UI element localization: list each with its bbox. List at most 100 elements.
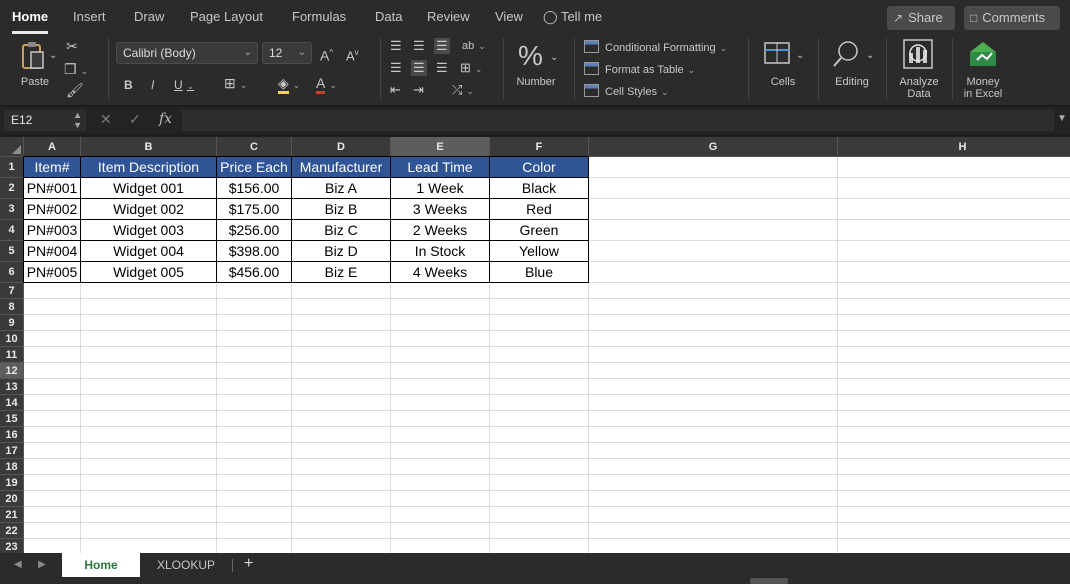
row-header-6[interactable]: 6 bbox=[0, 262, 24, 283]
row-header-11[interactable]: 11 bbox=[0, 347, 24, 363]
table-cell[interactable]: $398.00 bbox=[216, 240, 292, 262]
increase-indent-icon[interactable]: ⇥ bbox=[413, 82, 424, 98]
tab-page-layout[interactable]: Page Layout bbox=[190, 0, 263, 34]
select-all-button[interactable] bbox=[0, 137, 24, 157]
tab-home[interactable]: Home bbox=[12, 0, 49, 34]
orientation-icon[interactable]: ab ⌄ bbox=[462, 38, 486, 54]
decrease-font-icon[interactable]: Av bbox=[346, 45, 359, 64]
table-cell[interactable]: $256.00 bbox=[216, 219, 292, 241]
row-header-1[interactable]: 1 bbox=[0, 157, 24, 178]
table-cell[interactable]: 2 Weeks bbox=[390, 219, 490, 241]
row-header-5[interactable]: 5 bbox=[0, 241, 24, 262]
align-middle-icon[interactable]: ☰ bbox=[413, 38, 425, 54]
row-header-18[interactable]: 18 bbox=[0, 459, 24, 475]
sheet-tab-xlookup[interactable]: XLOOKUP bbox=[148, 553, 224, 577]
format-painter-icon[interactable]: 🖌 bbox=[66, 82, 84, 98]
editing-button[interactable]: ⌄ Editing bbox=[826, 38, 878, 94]
table-cell[interactable]: PN#004 bbox=[23, 240, 81, 262]
formula-input[interactable] bbox=[182, 110, 1054, 131]
table-cell[interactable]: Widget 003 bbox=[80, 219, 217, 241]
table-cell[interactable]: 3 Weeks bbox=[390, 198, 490, 220]
copy-icon[interactable]: ❐ ⌄ bbox=[64, 61, 88, 79]
row-header-10[interactable]: 10 bbox=[0, 331, 24, 347]
row-header-8[interactable]: 8 bbox=[0, 299, 24, 315]
money-in-excel-button[interactable]: Money in Excel bbox=[956, 38, 1010, 100]
column-header-d[interactable]: D bbox=[292, 137, 391, 157]
table-cell[interactable]: PN#002 bbox=[23, 198, 81, 220]
column-header-a[interactable]: A bbox=[24, 137, 81, 157]
align-top-icon[interactable]: ☰ bbox=[390, 38, 402, 54]
table-cell[interactable]: Widget 001 bbox=[80, 177, 217, 199]
format-as-table-button[interactable]: Format as Table ⌄ bbox=[584, 62, 695, 77]
column-header-g[interactable]: G bbox=[589, 137, 838, 157]
table-header-cell[interactable]: Color bbox=[489, 156, 589, 178]
table-header-cell[interactable]: Item# bbox=[23, 156, 81, 178]
column-header-h[interactable]: H bbox=[838, 137, 1070, 157]
table-header-cell[interactable]: Price Each bbox=[216, 156, 292, 178]
decrease-indent-icon[interactable]: ⇤ bbox=[390, 82, 401, 98]
name-box-stepper-icon[interactable]: ▲ ▼ bbox=[73, 110, 82, 130]
row-header-21[interactable]: 21 bbox=[0, 507, 24, 523]
table-cell[interactable]: Widget 005 bbox=[80, 261, 217, 283]
row-header-20[interactable]: 20 bbox=[0, 491, 24, 507]
table-header-cell[interactable]: Lead Time bbox=[390, 156, 490, 178]
row-header-16[interactable]: 16 bbox=[0, 427, 24, 443]
confirm-icon[interactable]: ✓ bbox=[129, 111, 141, 128]
row-header-3[interactable]: 3 bbox=[0, 199, 24, 220]
wrap-text-icon[interactable]: ⊞ ⌄ bbox=[460, 60, 482, 77]
fill-color-icon[interactable]: ◈ ⌄ bbox=[278, 75, 300, 94]
align-center-icon[interactable]: ☰ bbox=[411, 60, 427, 76]
comments-button[interactable]: □ Comments bbox=[964, 6, 1060, 30]
tab-draw[interactable]: Draw bbox=[134, 0, 164, 34]
increase-font-icon[interactable]: A^ bbox=[320, 45, 333, 64]
table-cell[interactable]: Yellow bbox=[489, 240, 589, 262]
table-cell[interactable]: Red bbox=[489, 198, 589, 220]
cut-icon[interactable]: ✂ bbox=[66, 38, 78, 54]
table-cell[interactable]: PN#001 bbox=[23, 177, 81, 199]
table-cell[interactable]: PN#005 bbox=[23, 261, 81, 283]
sheet-tab-home[interactable]: Home bbox=[62, 553, 140, 577]
table-cell[interactable]: $175.00 bbox=[216, 198, 292, 220]
function-icon[interactable]: fx bbox=[159, 111, 172, 127]
align-right-icon[interactable]: ☰ bbox=[436, 60, 448, 76]
tab-data[interactable]: Data bbox=[375, 0, 402, 34]
paste-button[interactable]: Paste bbox=[12, 38, 58, 90]
table-cell[interactable]: 4 Weeks bbox=[390, 261, 490, 283]
align-left-icon[interactable]: ☰ bbox=[390, 60, 402, 76]
borders-icon[interactable]: ⊞ ⌄ bbox=[224, 75, 247, 93]
italic-button[interactable]: I bbox=[151, 77, 154, 93]
column-header-c[interactable]: C bbox=[217, 137, 292, 157]
row-header-9[interactable]: 9 bbox=[0, 315, 24, 331]
row-header-12[interactable]: 12 bbox=[0, 363, 24, 379]
font-color-icon[interactable]: A ⌄ bbox=[316, 75, 337, 94]
horizontal-scrollbar[interactable] bbox=[750, 578, 788, 584]
tell-me[interactable]: ◯ Tell me bbox=[543, 0, 602, 34]
table-cell[interactable]: Blue bbox=[489, 261, 589, 283]
bold-button[interactable]: B bbox=[124, 77, 133, 93]
paste-dropdown-icon[interactable]: ⌄ bbox=[49, 48, 57, 64]
row-header-2[interactable]: 2 bbox=[0, 178, 24, 199]
row-header-7[interactable]: 7 bbox=[0, 283, 24, 299]
analyze-data-button[interactable]: Analyze Data bbox=[892, 38, 946, 100]
table-header-cell[interactable]: Manufacturer bbox=[291, 156, 391, 178]
row-header-15[interactable]: 15 bbox=[0, 411, 24, 427]
scroll-left-icon[interactable]: ◀ bbox=[14, 559, 22, 570]
name-box[interactable]: E12 ▲ ▼ bbox=[4, 110, 86, 131]
font-name-select[interactable]: Calibri (Body) ⌄ bbox=[116, 42, 258, 64]
tab-review[interactable]: Review bbox=[427, 0, 470, 34]
table-cell[interactable]: PN#003 bbox=[23, 219, 81, 241]
tab-formulas[interactable]: Formulas bbox=[292, 0, 346, 34]
table-cell[interactable]: In Stock bbox=[390, 240, 490, 262]
table-cell[interactable]: Biz E bbox=[291, 261, 391, 283]
table-header-cell[interactable]: Item Description bbox=[80, 156, 217, 178]
table-cell[interactable]: Biz C bbox=[291, 219, 391, 241]
table-cell[interactable]: 1 Week bbox=[390, 177, 490, 199]
cancel-icon[interactable]: ✕ bbox=[100, 111, 112, 128]
table-cell[interactable]: Widget 002 bbox=[80, 198, 217, 220]
table-cell[interactable]: Widget 004 bbox=[80, 240, 217, 262]
share-button[interactable]: ↗ Share bbox=[887, 6, 955, 30]
align-bottom-icon[interactable]: ☰ bbox=[434, 38, 450, 54]
expand-formula-icon[interactable]: ▼ bbox=[1057, 113, 1067, 124]
underline-button[interactable]: U ⌄ bbox=[174, 77, 194, 94]
merge-icon[interactable]: ⤮ ⌄ bbox=[452, 82, 474, 99]
